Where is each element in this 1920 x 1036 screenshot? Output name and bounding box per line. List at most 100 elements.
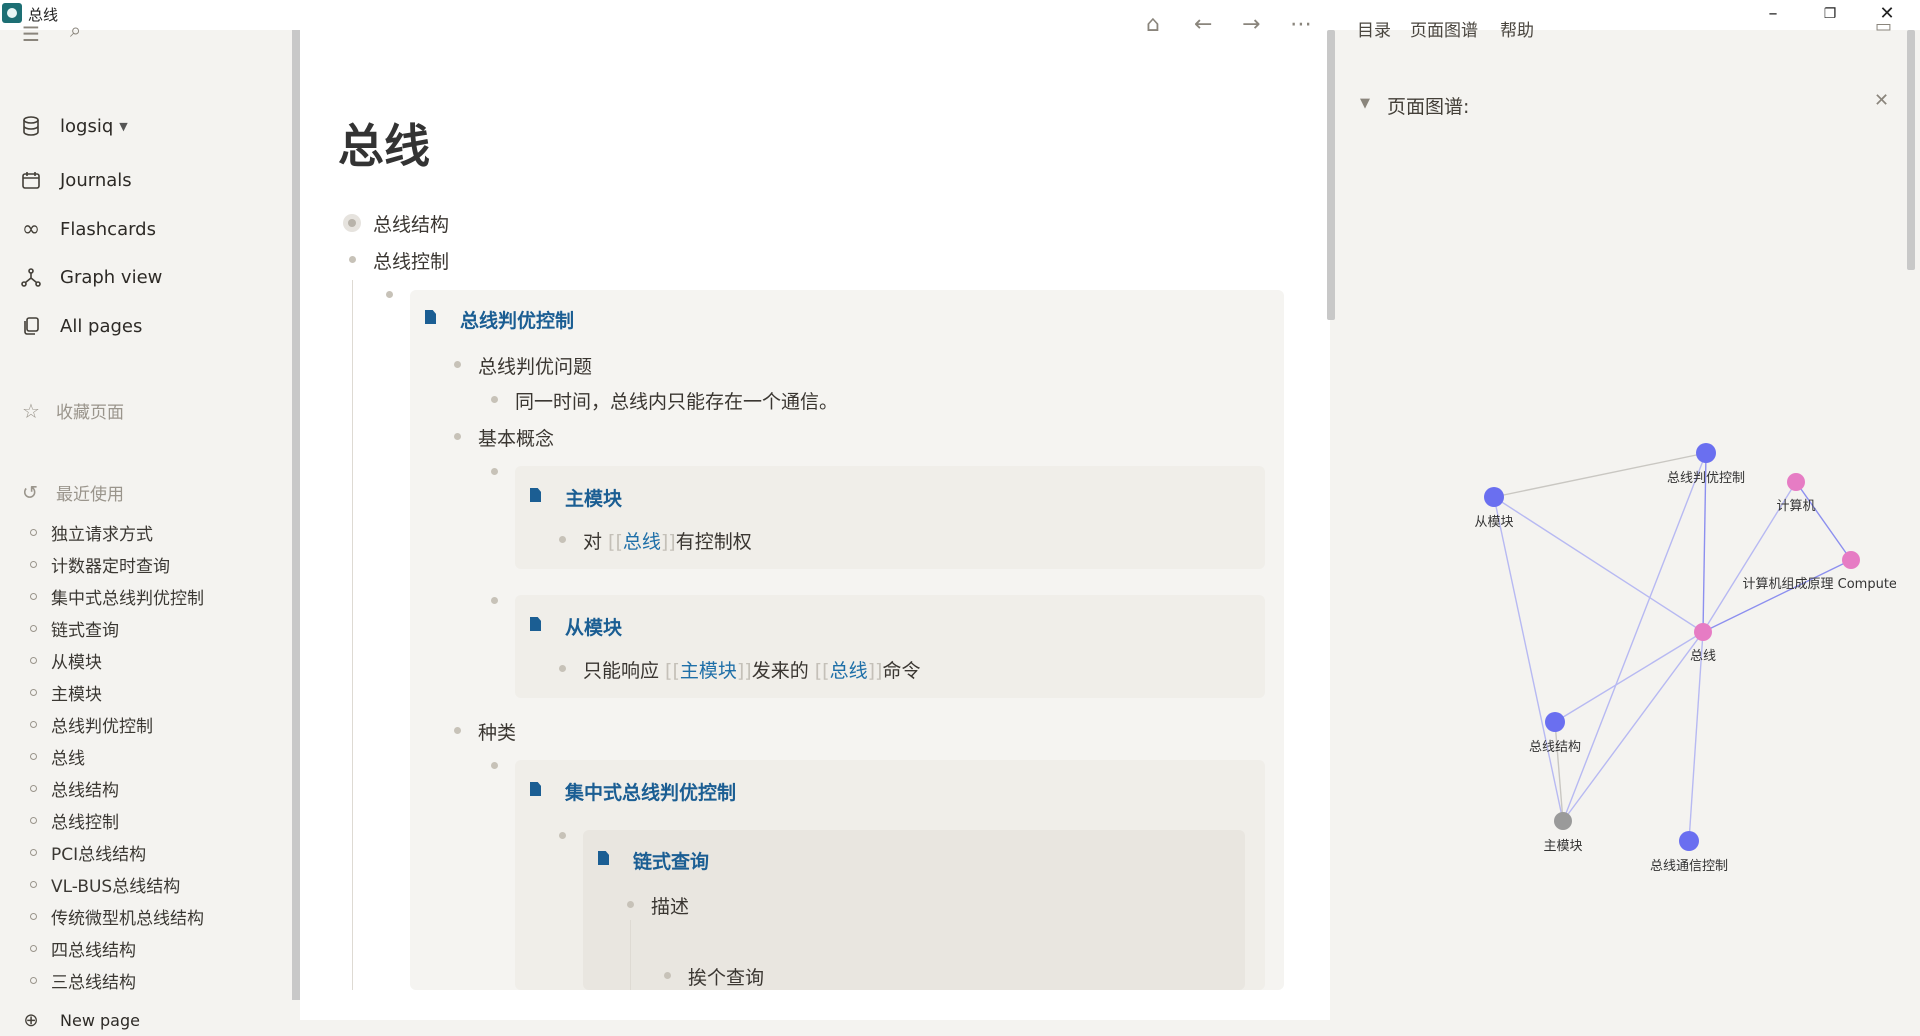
block-text[interactable]: 描述: [651, 892, 689, 919]
favorites-label: 收藏页面: [56, 403, 124, 423]
block-bullet[interactable]: [386, 291, 393, 298]
indent-guide: [630, 920, 631, 990]
recent-item[interactable]: 从模块: [30, 644, 280, 676]
graph-node[interactable]: [1787, 473, 1805, 491]
page-link[interactable]: 总线: [623, 531, 661, 553]
block-bullet[interactable]: [491, 468, 498, 475]
graph-selector[interactable]: logsiq ▼: [20, 110, 128, 142]
tab-page-graph[interactable]: 页面图谱: [1410, 16, 1478, 41]
main-scrollbar[interactable]: [1327, 30, 1335, 320]
caret-down-icon[interactable]: ▼: [1360, 96, 1370, 111]
block-bullet[interactable]: [491, 396, 498, 403]
block-text[interactable]: 基本概念: [478, 424, 554, 451]
embed-title[interactable]: 集中式总线判优控制: [565, 778, 736, 805]
page-graph[interactable]: 总线判优控制 从模块 计算机 计算机组成原理 Computer C 总线 总线结…: [1336, 420, 1896, 890]
search-icon[interactable]: ⌕: [70, 18, 81, 42]
favorites-header[interactable]: ☆ 收藏页面: [22, 398, 124, 424]
page-link[interactable]: 总线: [830, 660, 868, 682]
more-icon[interactable]: ⋯: [1290, 12, 1312, 37]
close-icon[interactable]: ✕: [1874, 90, 1889, 111]
graph-node[interactable]: [1484, 487, 1504, 507]
graph-node-label[interactable]: 计算机组成原理 Computer C: [1743, 577, 1896, 592]
graph-node[interactable]: [1545, 712, 1565, 732]
block-bullet[interactable]: [454, 361, 461, 368]
recent-item[interactable]: 主模块: [30, 676, 280, 708]
block-bullet[interactable]: [349, 256, 356, 263]
recent-header[interactable]: ↺ 最近使用: [22, 480, 124, 506]
block-text[interactable]: 总线结构: [373, 210, 449, 237]
recent-item[interactable]: 总线判优控制: [30, 708, 280, 740]
graph-node-label[interactable]: 总线通信控制: [1650, 859, 1728, 874]
maximize-button[interactable]: ❐: [1802, 0, 1858, 30]
sidebar-item-all-pages[interactable]: All pages: [20, 310, 142, 342]
block-bullet[interactable]: [559, 665, 566, 672]
block-bullet[interactable]: [559, 832, 566, 839]
graph-node-label[interactable]: 计算机: [1776, 499, 1815, 514]
bullet-icon: [30, 816, 37, 824]
embed-title[interactable]: 主模块: [565, 484, 622, 511]
recent-item[interactable]: 传统微型机总线结构: [30, 900, 280, 932]
recent-item[interactable]: 总线结构: [30, 772, 280, 804]
recent-item[interactable]: 总线: [30, 740, 280, 772]
bullet-icon: [30, 944, 37, 952]
infinity-icon: ∞: [21, 216, 41, 242]
recent-item[interactable]: 链式查询: [30, 612, 280, 644]
menu-icon[interactable]: ☰: [22, 22, 40, 46]
new-page-button[interactable]: ⊕ New page: [20, 1004, 140, 1036]
block-text[interactable]: 只能响应 [[主模块]]发来的 [[总线]]命令: [583, 656, 920, 683]
block-bullet[interactable]: [664, 972, 671, 979]
graph-node[interactable]: [1696, 443, 1716, 463]
tab-help[interactable]: 帮助: [1500, 16, 1534, 41]
graph-node-label[interactable]: 从模块: [1474, 515, 1513, 530]
app-logo-icon: [2, 3, 22, 23]
block-bullet[interactable]: [343, 214, 361, 232]
embed-title[interactable]: 链式查询: [633, 847, 709, 874]
back-arrow-icon[interactable]: ←: [1194, 12, 1212, 37]
block-bullet[interactable]: [454, 433, 461, 440]
embed-title[interactable]: 从模块: [565, 613, 622, 640]
recent-item[interactable]: 四总线结构: [30, 932, 280, 964]
sidebar-item-journals[interactable]: Journals: [20, 164, 132, 196]
sidebar-item-graph-view[interactable]: Graph view: [20, 261, 162, 293]
graph-node-label[interactable]: 总线判优控制: [1667, 471, 1745, 486]
block-bullet[interactable]: [454, 727, 461, 734]
graph-node-label[interactable]: 主模块: [1543, 839, 1582, 854]
recent-item[interactable]: 集中式总线判优控制: [30, 580, 280, 612]
sidebar-item-flashcards[interactable]: ∞ Flashcards: [20, 213, 156, 245]
recent-item[interactable]: 三总线结构: [30, 964, 280, 996]
sidebar-scrollbar[interactable]: [292, 30, 300, 1000]
plus-circle-icon: ⊕: [23, 1009, 39, 1031]
block-text[interactable]: 同一时间，总线内只能存在一个通信。: [515, 387, 838, 414]
tab-toc[interactable]: 目录: [1357, 16, 1391, 41]
minimize-button[interactable]: –: [1745, 0, 1801, 30]
graph-node-label[interactable]: 总线结构: [1529, 740, 1581, 755]
recent-item[interactable]: 总线控制: [30, 804, 280, 836]
block-bullet[interactable]: [491, 762, 498, 769]
block-bullet[interactable]: [559, 536, 566, 543]
recent-item[interactable]: 独立请求方式: [30, 516, 280, 548]
recent-item[interactable]: VL-BUS总线结构: [30, 868, 280, 900]
graph-node[interactable]: [1694, 623, 1712, 641]
block-bullet[interactable]: [491, 597, 498, 604]
recent-label: 最近使用: [56, 485, 124, 505]
block-bullet[interactable]: [627, 901, 634, 908]
recent-item[interactable]: PCI总线结构: [30, 836, 280, 868]
block-text[interactable]: 种类: [478, 718, 516, 745]
home-icon[interactable]: ⌂: [1146, 12, 1160, 37]
embed-title[interactable]: 总线判优控制: [460, 306, 574, 333]
page-link[interactable]: 主模块: [680, 660, 737, 682]
block-text[interactable]: 总线判优问题: [478, 352, 592, 379]
recent-item[interactable]: 计数器定时查询: [30, 548, 280, 580]
block-text[interactable]: 对 [[总线]]有控制权: [583, 527, 752, 554]
calendar-icon: [20, 169, 42, 191]
graph-node[interactable]: [1842, 551, 1860, 569]
graph-node-label[interactable]: 总线: [1690, 649, 1716, 664]
section-title[interactable]: 页面图谱:: [1387, 92, 1469, 119]
graph-node[interactable]: [1554, 812, 1572, 830]
forward-arrow-icon[interactable]: →: [1242, 12, 1260, 37]
graph-node[interactable]: [1679, 831, 1699, 851]
right-scrollbar[interactable]: [1907, 30, 1915, 270]
block-text[interactable]: 挨个查询: [688, 963, 764, 990]
panel-toggle-icon[interactable]: ▭: [1875, 16, 1892, 37]
block-text[interactable]: 总线控制: [373, 247, 449, 274]
